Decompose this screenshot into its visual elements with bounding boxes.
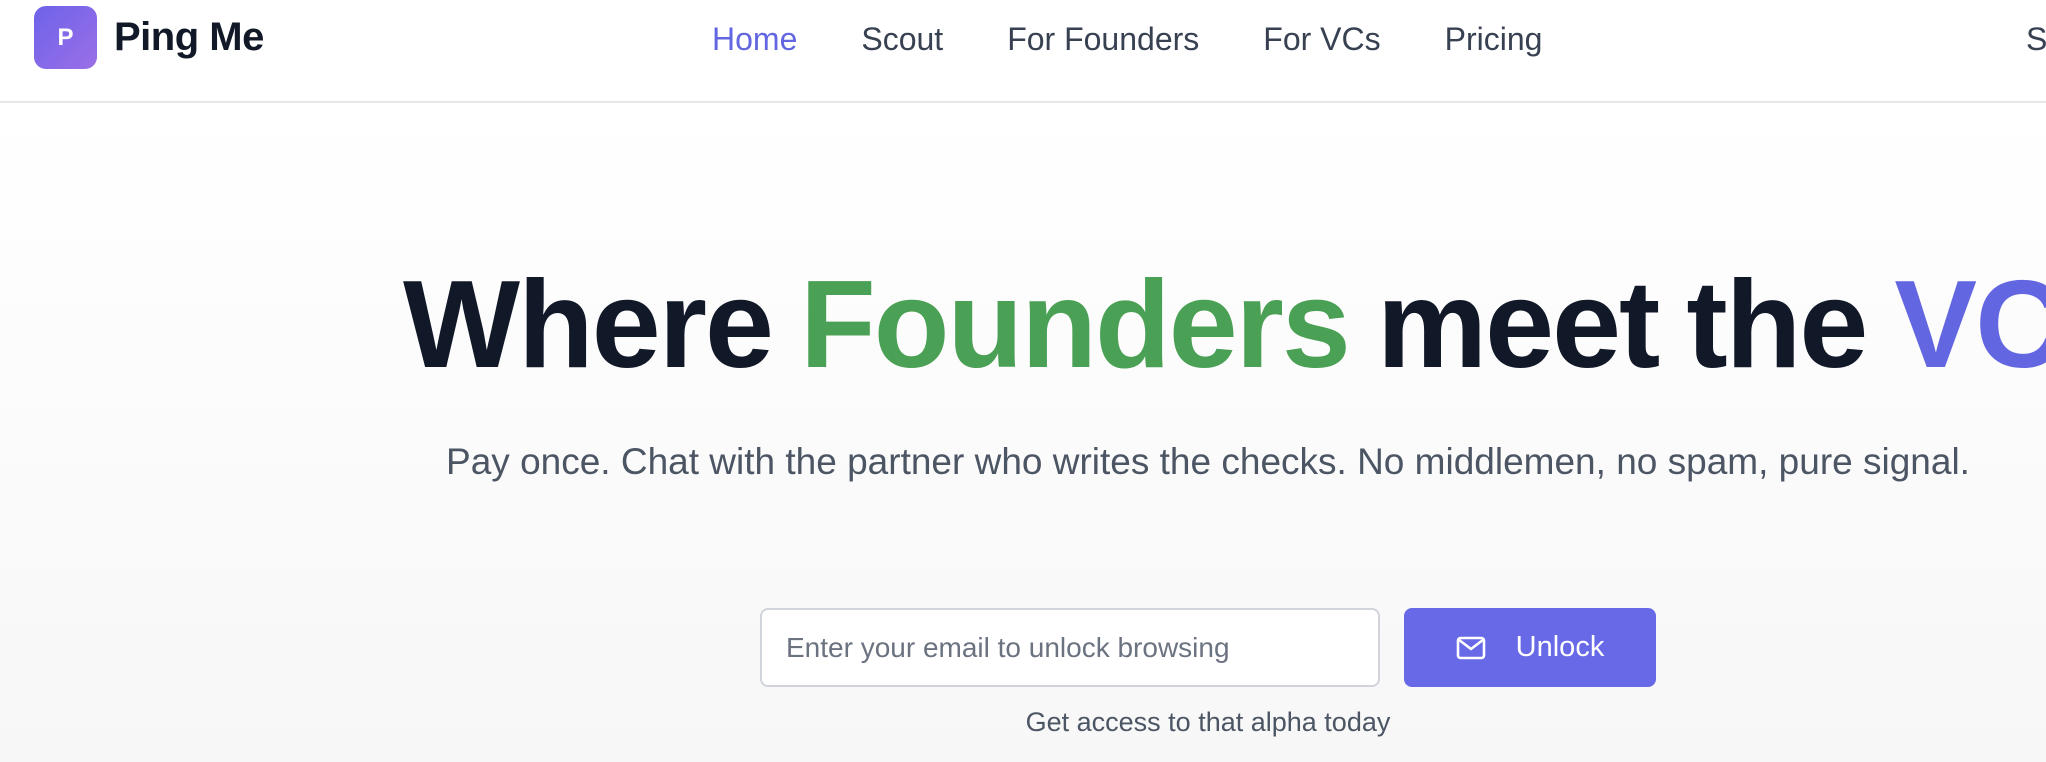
nav-item-for-vcs[interactable]: For VCs [1263, 21, 1380, 58]
unlock-button-label: Unlock [1515, 631, 1605, 663]
nav-item-scout[interactable]: Scout [861, 21, 943, 58]
mail-icon [1456, 636, 1485, 659]
top-navbar: P Ping Me Home Scout For Founders For VC… [0, 0, 2046, 103]
main-nav: Home Scout For Founders For VCs Pricing [712, 18, 1542, 60]
email-input[interactable] [760, 608, 1380, 687]
hero-title-word: meet [1376, 256, 1660, 394]
nav-item-for-founders[interactable]: For Founders [1007, 21, 1199, 58]
brand-name: Ping Me [114, 15, 264, 59]
nav-item-cut-off[interactable]: S [2026, 18, 2046, 60]
hero-title-vc: VC [1894, 256, 2046, 394]
hero-title: Where Founders meet the VC [403, 256, 2046, 394]
logo-mark: P [34, 6, 97, 69]
nav-item-home[interactable]: Home [712, 21, 797, 58]
nav-item-pricing[interactable]: Pricing [1445, 21, 1543, 58]
brand-logo-link[interactable]: P Ping Me [34, 6, 264, 69]
helper-text: Get access to that alpha today [1025, 707, 1391, 737]
unlock-button[interactable]: Unlock [1404, 608, 1656, 687]
page: P Ping Me Home Scout For Founders For VC… [0, 0, 2046, 762]
hero-subtitle: Pay once. Chat with the partner who writ… [446, 441, 1970, 482]
hero-title-word: Where [403, 256, 774, 394]
hero-title-word: the [1686, 256, 1868, 394]
email-unlock-form: Unlock [760, 608, 1656, 687]
hero-title-founders: Founders [799, 256, 1351, 394]
